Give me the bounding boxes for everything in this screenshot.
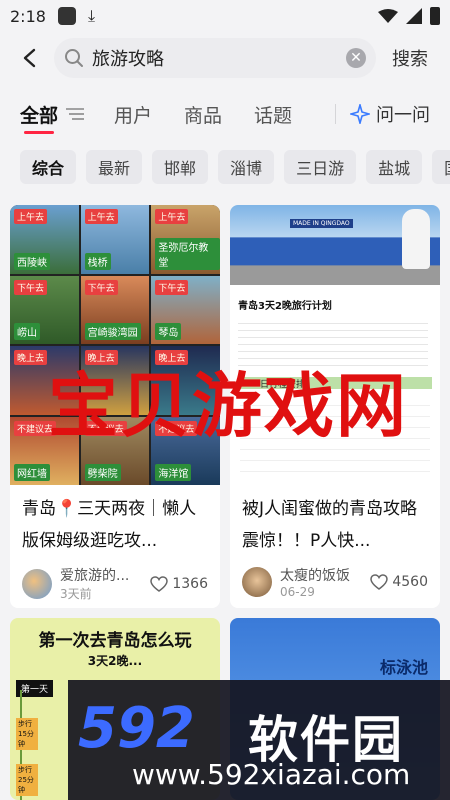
watermark-text: 宝贝游戏网 xyxy=(48,364,408,447)
street-photo: MADE IN QINGDAO xyxy=(230,205,440,285)
collage-name: 栈桥 xyxy=(84,252,111,270)
back-arrow-icon xyxy=(23,48,36,68)
search-submit-button[interactable]: 搜索 xyxy=(392,45,428,71)
card-title: 青岛📍三天两夜｜懒人版保姆级逛吃攻... xyxy=(22,499,197,551)
ask-label: 问一问 xyxy=(376,105,430,126)
chip-zibo[interactable]: 淄博 xyxy=(218,150,275,184)
search-row: ✕ 搜索 xyxy=(0,36,450,80)
filter-icon[interactable] xyxy=(66,107,85,121)
collage-name: 西陵峡 xyxy=(14,252,50,270)
card-title: 被J人闺蜜做的青岛攻略震惊！！P人快... xyxy=(242,499,418,551)
collage-cell: 下午去 琴岛 xyxy=(151,275,220,344)
tab-divider xyxy=(335,104,336,124)
notification-app-icon xyxy=(57,7,76,25)
tab-all[interactable]: 全部 xyxy=(20,92,58,136)
collage-tag: 晚上去 xyxy=(14,350,48,365)
search-box[interactable]: ✕ xyxy=(54,38,376,78)
back-button[interactable] xyxy=(8,36,52,80)
collage-name: 劈柴院 xyxy=(84,464,121,481)
collage-name: 琴岛 xyxy=(155,323,182,340)
chip-three-day-trip[interactable]: 三日游 xyxy=(284,150,357,184)
card-meta: 爱旅游的... 3天前 1366 xyxy=(10,565,220,602)
collage-name: 宫崎骏湾园 xyxy=(84,323,141,340)
collage-cell: 下午去 宫崎骏湾园 xyxy=(80,275,150,344)
mascot-figure xyxy=(402,209,430,269)
collage-cell: 上午去 西陵峡 xyxy=(10,205,79,274)
search-icon xyxy=(65,49,83,67)
cover-text: 标泳池 xyxy=(380,658,429,677)
chip-yancheng[interactable]: 盐城 xyxy=(366,150,423,184)
heart-icon xyxy=(150,575,169,592)
collage-tag: 下午去 xyxy=(14,279,48,295)
tab-topics[interactable]: 话题 xyxy=(254,92,292,136)
download-icon: ⤓ xyxy=(87,6,96,25)
search-tabs: 全部 用户 商品 话题 问一问 xyxy=(0,92,450,136)
post-date: 06-29 xyxy=(280,585,315,599)
card-meta: 太瘦的饭饭 06-29 4560 xyxy=(230,565,440,599)
cover-subtitle: 3天2晚... xyxy=(87,654,143,668)
avatar[interactable] xyxy=(22,568,52,599)
avatar[interactable] xyxy=(242,567,272,597)
post-date: 3天前 xyxy=(60,587,92,601)
tab-users[interactable]: 用户 xyxy=(114,92,152,136)
like-button[interactable]: 1366 xyxy=(150,576,208,592)
collage-tag: 下午去 xyxy=(155,279,189,295)
collage-name: 崂山 xyxy=(14,323,40,340)
collage-cell: 下午去 崂山 xyxy=(10,275,79,344)
collage-cell: 上午去 圣弥厄尔教堂 xyxy=(151,205,220,274)
collage-tag: 上午去 xyxy=(14,209,48,224)
shop-sign: MADE IN QINGDAO xyxy=(290,219,353,228)
chip-handan[interactable]: 邯郸 xyxy=(152,150,209,184)
author-name[interactable]: 爱旅游的... xyxy=(60,565,150,585)
status-time: 2:18 xyxy=(10,6,46,26)
collage-tag: 上午去 xyxy=(155,209,189,224)
chip-latest[interactable]: 最新 xyxy=(86,150,143,184)
like-button[interactable]: 4560 xyxy=(370,574,428,590)
status-bar: 2:18 ⤓ xyxy=(0,0,450,32)
watermark-logo-number: 592 xyxy=(78,696,195,761)
sparkle-icon xyxy=(350,104,370,124)
collage-name: 圣弥厄尔教堂 xyxy=(155,237,220,270)
collage-name: 海洋馆 xyxy=(155,464,192,481)
chip-more[interactable]: 国 xyxy=(432,150,450,184)
cover-headline: 第一次去青岛怎么玩 xyxy=(38,631,192,651)
collage-cell: 上午去 栈桥 xyxy=(80,205,150,274)
collage-tag: 下午去 xyxy=(84,279,118,295)
collage-name: 网红墙 xyxy=(14,464,50,481)
chip-comprehensive[interactable]: 综合 xyxy=(20,150,77,184)
battery-icon xyxy=(430,7,440,25)
collage-tag: 上午去 xyxy=(84,209,118,224)
ask-button[interactable]: 问一问 xyxy=(350,101,430,127)
heart-icon xyxy=(370,574,389,590)
route-step: 步行15分钟 xyxy=(16,718,38,750)
tab-products[interactable]: 商品 xyxy=(184,92,222,136)
like-count: 4560 xyxy=(392,574,428,590)
search-input[interactable] xyxy=(92,47,346,69)
filter-chips: 综合 最新 邯郸 淄博 三日游 盐城 国 xyxy=(20,150,450,184)
wifi-icon xyxy=(378,9,398,23)
like-count: 1366 xyxy=(172,575,208,592)
plan-title: 青岛3天2晚旅行计划 xyxy=(238,301,332,312)
route-step: 步行25分钟 xyxy=(16,764,38,796)
clear-search-icon[interactable]: ✕ xyxy=(346,48,366,68)
author-name[interactable]: 太瘦的饭饭 xyxy=(280,565,370,585)
watermark-url: www.592xiazai.com xyxy=(132,758,411,791)
signal-icon xyxy=(406,8,422,24)
